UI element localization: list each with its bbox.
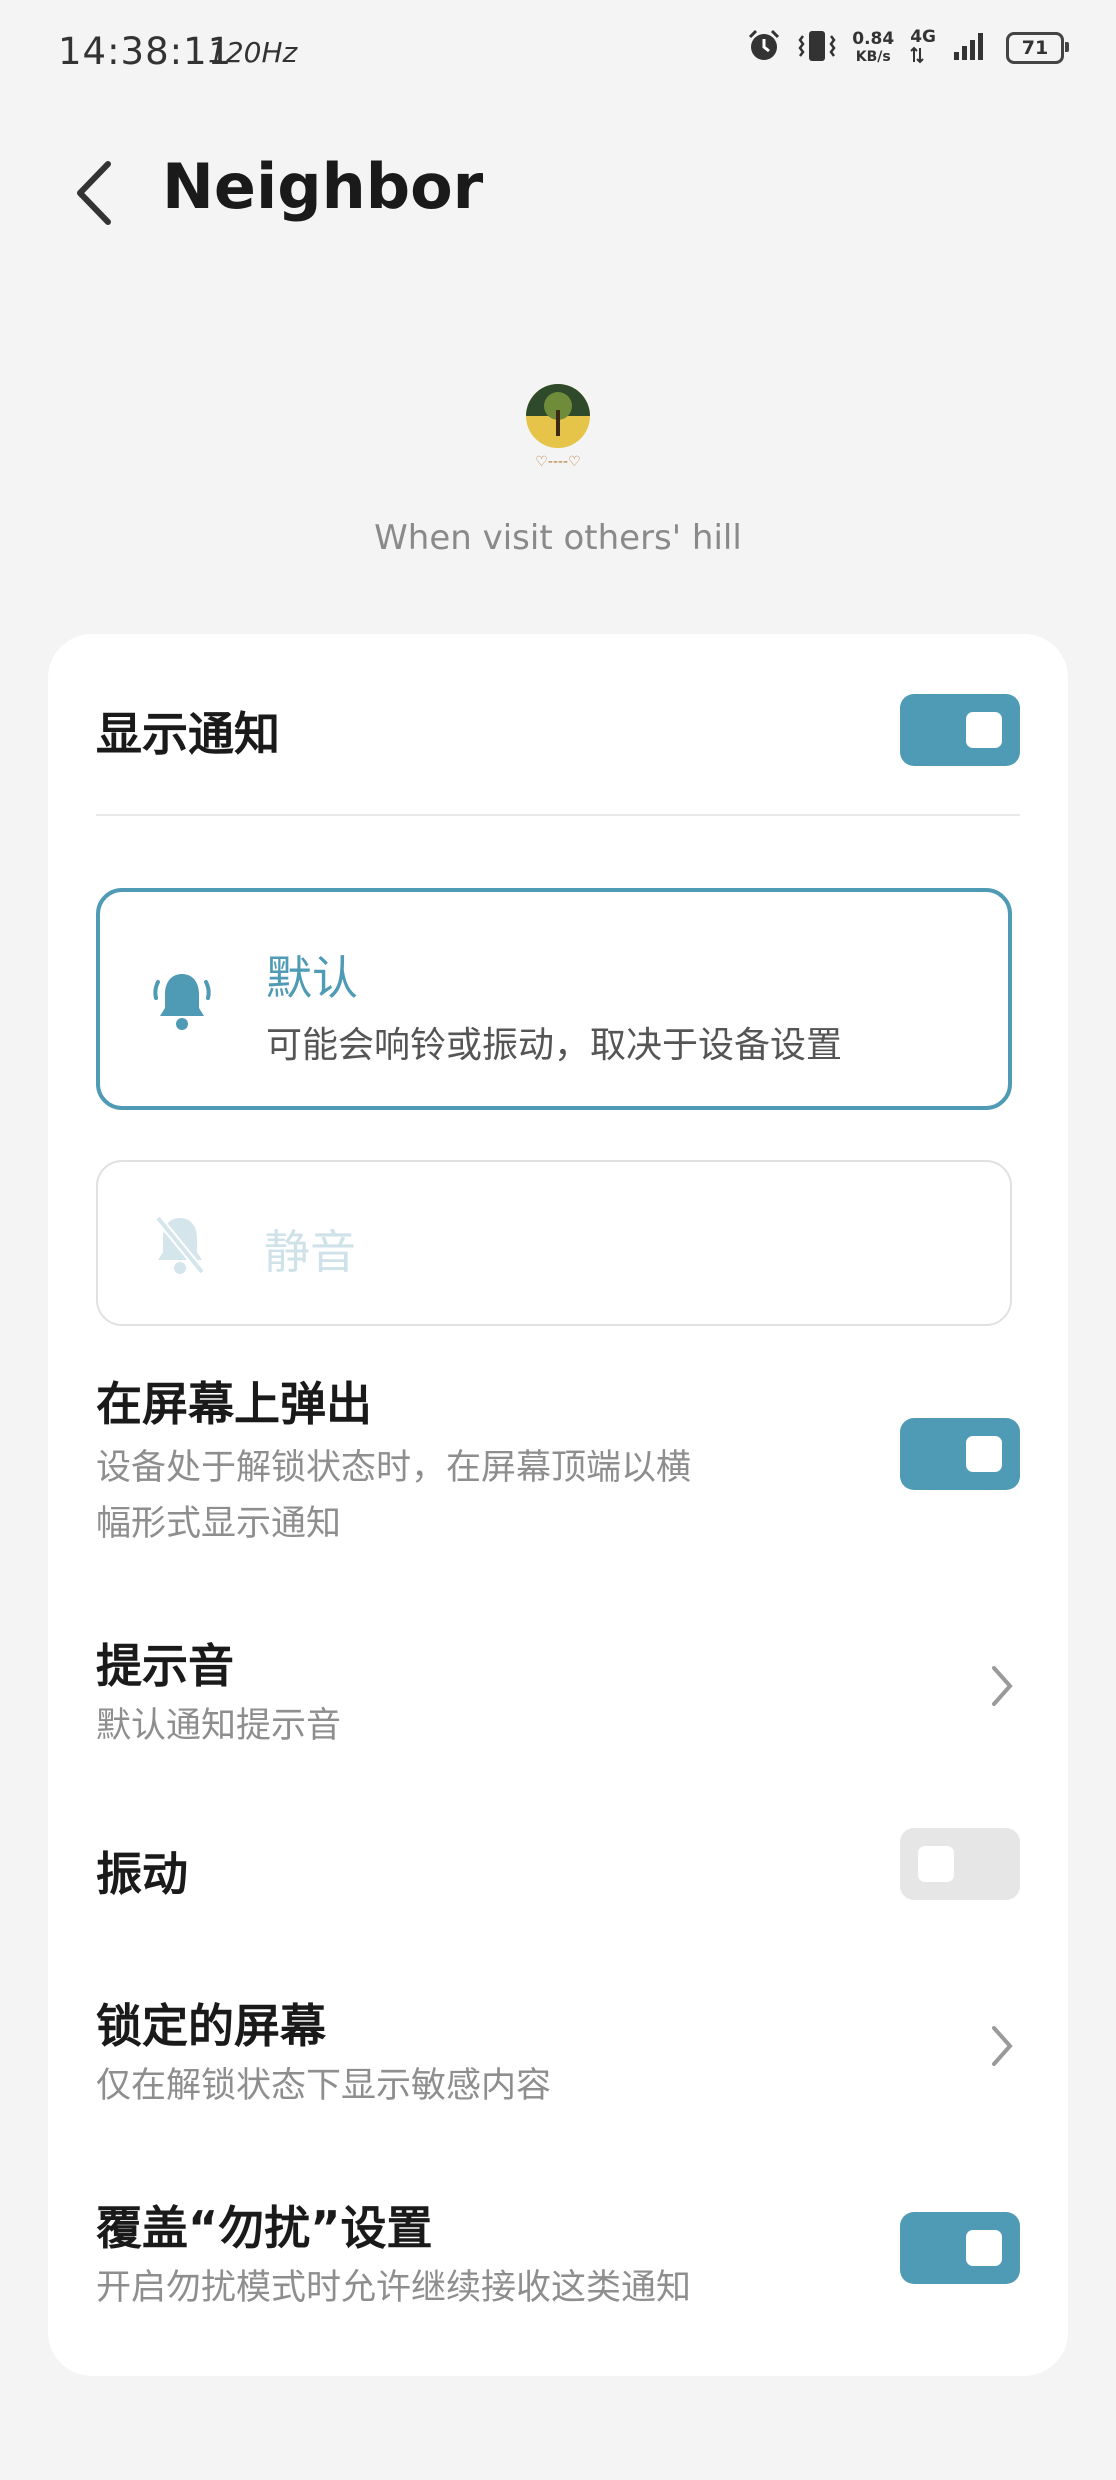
sound-title: 提示音 — [96, 1639, 234, 1693]
net-speed-unit: KB/s — [855, 49, 891, 65]
popup-subtitle-line1: 设备处于解锁状态时，在屏幕顶端以横 — [96, 1448, 692, 1488]
signal-icon — [952, 30, 990, 66]
vibration-title: 振动 — [96, 1847, 188, 1901]
battery-level: 71 — [1021, 37, 1049, 59]
status-time: 14:38:11 — [58, 30, 233, 73]
dnd-override-toggle[interactable] — [900, 2212, 1020, 2284]
data-arrows-icon — [910, 46, 924, 68]
popup-toggle[interactable] — [900, 1418, 1020, 1490]
popup-title: 在屏幕上弹出 — [96, 1377, 372, 1431]
back-button[interactable] — [72, 158, 122, 228]
back-arrow-icon — [77, 161, 111, 225]
status-bar: 14:38:11 120Hz 0.84 KB/s 4G 71 — [0, 0, 1116, 100]
bell-icon — [152, 968, 212, 1034]
mode-silent-title: 静音 — [264, 1225, 356, 1279]
show-notification-label: 显示通知 — [96, 707, 280, 761]
popup-subtitle: 设备处于解锁状态时，在屏幕顶端以横 幅形式显示通知 — [96, 1440, 691, 1552]
bell-off-icon — [150, 1212, 210, 1278]
mode-default-option[interactable]: 默认 可能会响铃或振动，取决于设备设置 — [96, 888, 1012, 1110]
network-type: 4G — [910, 27, 936, 47]
app-icon: ♡----♡ — [524, 382, 592, 472]
refresh-rate: 120Hz — [208, 36, 298, 69]
battery-icon: 71 — [1006, 32, 1069, 64]
chevron-right-icon — [992, 1666, 1013, 1706]
svg-text:♡----♡: ♡----♡ — [535, 454, 580, 470]
dnd-override-subtitle: 开启勿扰模式时允许继续接收这类通知 — [96, 2268, 692, 2308]
popup-subtitle-line2: 幅形式显示通知 — [96, 1504, 342, 1544]
vibration-toggle[interactable] — [900, 1828, 1020, 1900]
status-icons: 0.84 KB/s 4G 71 — [746, 28, 1069, 68]
settings-card: 显示通知 默认 可能会响铃或振动，取决于设备设置 静音 在屏幕上弹出 设备处于解… — [48, 634, 1068, 2376]
show-notification-toggle[interactable] — [900, 694, 1020, 766]
lock-screen-subtitle: 仅在解锁状态下显示敏感内容 — [96, 2066, 552, 2106]
divider — [96, 814, 1020, 816]
mode-default-title: 默认 — [266, 951, 358, 1005]
sound-subtitle: 默认通知提示音 — [96, 1706, 342, 1746]
alarm-icon — [746, 28, 782, 68]
mode-default-subtitle: 可能会响铃或振动，取决于设备设置 — [266, 1025, 843, 1066]
net-speed: 0.84 KB/s — [852, 30, 894, 66]
dnd-override-title: 覆盖“勿扰”设置 — [96, 2201, 433, 2255]
vibrate-icon — [798, 28, 836, 68]
app-name: When visit others' hill — [374, 518, 742, 558]
page-title: Neighbor — [162, 150, 484, 223]
net-speed-value: 0.84 — [852, 29, 895, 49]
lock-screen-title: 锁定的屏幕 — [96, 1999, 326, 2053]
mode-silent-option[interactable]: 静音 — [96, 1160, 1012, 1326]
chevron-right-icon — [992, 2026, 1013, 2066]
network-group: 4G — [910, 28, 936, 68]
